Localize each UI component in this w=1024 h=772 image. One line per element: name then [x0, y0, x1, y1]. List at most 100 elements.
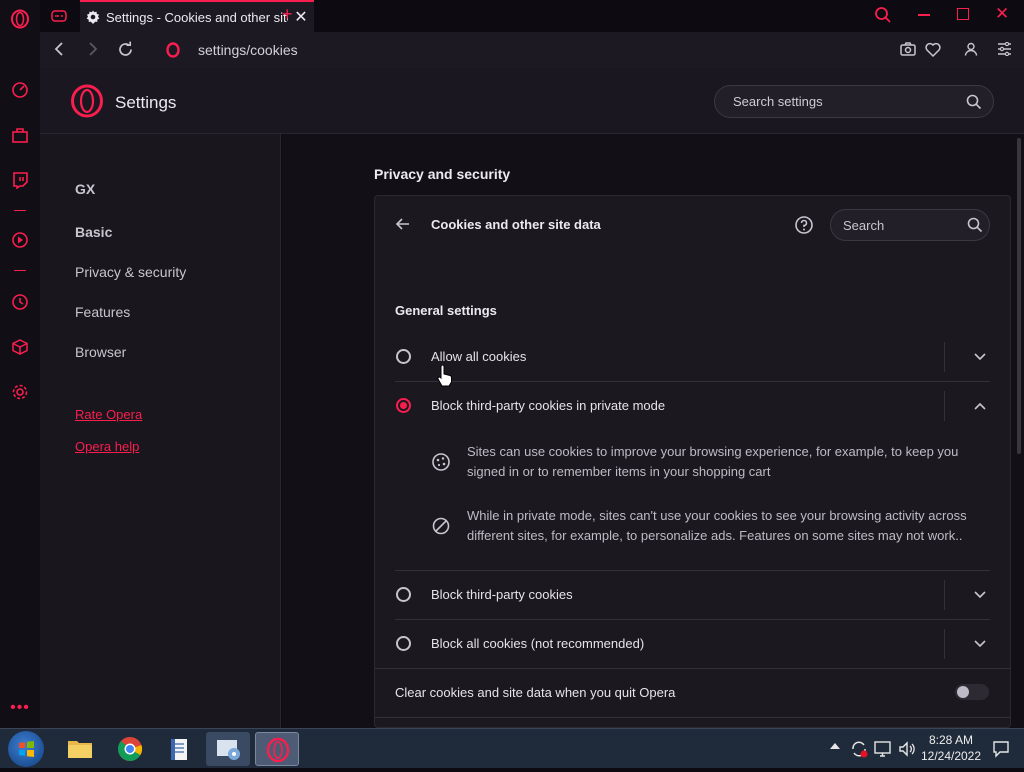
- radio-button[interactable]: [396, 587, 411, 602]
- media-player-icon[interactable]: [206, 732, 250, 766]
- gear-icon: [86, 10, 102, 24]
- gx-corner-icon[interactable]: [10, 125, 30, 145]
- chevron-down-icon[interactable]: [972, 587, 988, 603]
- sidebar-item-features[interactable]: Features: [75, 304, 130, 320]
- general-settings-heading: General settings: [395, 303, 497, 318]
- history-icon[interactable]: [10, 292, 30, 312]
- opera-settings-logo-icon: [70, 84, 104, 123]
- restore-icon[interactable]: [957, 8, 969, 20]
- new-tab-icon[interactable]: +: [282, 4, 293, 25]
- cookie-option-allow-all[interactable]: Allow all cookies: [375, 332, 1010, 381]
- settings-header: Settings Search settings: [40, 68, 1024, 134]
- twitch-icon[interactable]: [10, 170, 30, 190]
- account-icon[interactable]: [964, 42, 978, 61]
- settings-gear-icon[interactable]: [10, 382, 30, 402]
- mouse-cursor-hand-icon: [437, 364, 453, 392]
- speed-dial-icon[interactable]: [10, 80, 30, 100]
- tab-settings[interactable]: Settings - Cookies and other site data ✕: [80, 0, 314, 32]
- notepad-icon[interactable]: [157, 732, 201, 766]
- tab-bar: Settings - Cookies and other site data ✕…: [40, 0, 1024, 32]
- reload-icon[interactable]: [117, 41, 134, 63]
- radio-button-selected[interactable]: [396, 398, 411, 413]
- network-sync-icon[interactable]: [849, 739, 869, 764]
- tab-title: Settings - Cookies and other site data: [106, 9, 288, 25]
- clear-on-quit-label: Clear cookies and site data when you qui…: [395, 685, 676, 700]
- clock-time: 8:28 AM: [928, 733, 974, 747]
- bookmark-heart-icon[interactable]: [925, 42, 941, 62]
- clear-on-quit-toggle[interactable]: [955, 684, 989, 700]
- radio-button[interactable]: [396, 636, 411, 651]
- clear-on-quit-row[interactable]: Clear cookies and site data when you qui…: [375, 668, 1010, 717]
- file-explorer-icon[interactable]: [58, 732, 102, 766]
- chevron-down-icon[interactable]: [972, 349, 988, 365]
- player-icon[interactable]: [10, 230, 30, 250]
- volume-icon[interactable]: [897, 739, 917, 764]
- clock-date: 12/24/2022: [920, 749, 982, 763]
- cookie-icon: [431, 452, 451, 472]
- radio-button[interactable]: [396, 349, 411, 364]
- chrome-icon[interactable]: [108, 732, 152, 766]
- opera-gx-taskbar-icon[interactable]: [255, 732, 299, 766]
- chevron-up-icon[interactable]: [972, 398, 988, 414]
- panel-title: Cookies and other site data: [431, 217, 601, 232]
- search-tabs-icon[interactable]: [874, 6, 892, 29]
- minimize-icon[interactable]: [918, 14, 930, 16]
- search-icon[interactable]: [966, 94, 982, 115]
- search-icon[interactable]: [967, 217, 983, 238]
- display-icon[interactable]: [873, 739, 893, 764]
- opera-sidebar: •••: [0, 0, 40, 728]
- cookies-search-input[interactable]: Search: [830, 209, 990, 241]
- divider: [944, 342, 945, 372]
- detail-text-cookies: Sites can use cookies to improve your br…: [467, 444, 959, 479]
- sidebar-item-browser[interactable]: Browser: [75, 344, 126, 360]
- start-button[interactable]: [8, 731, 44, 767]
- opera-logo-icon[interactable]: [10, 9, 30, 29]
- sidebar-item-basic[interactable]: Basic: [75, 224, 112, 240]
- divider: [944, 580, 945, 610]
- cookies-search-placeholder: Search: [843, 218, 885, 233]
- forward-icon[interactable]: [84, 41, 100, 62]
- cookie-option-block-all[interactable]: Block all cookies (not recommended): [375, 619, 1010, 668]
- windows-taskbar: 8:28 AM 12/24/2022: [0, 728, 1024, 768]
- chevron-down-icon[interactable]: [972, 636, 988, 652]
- option-label: Allow all cookies: [431, 349, 527, 364]
- page-title: Settings: [115, 93, 177, 112]
- sidebar-divider: [14, 210, 26, 211]
- help-icon[interactable]: [794, 215, 814, 240]
- option-label: Block third-party cookies in private mod…: [431, 398, 666, 413]
- cookies-panel: Cookies and other site data Search Gener…: [374, 195, 1011, 728]
- action-center-icon[interactable]: [991, 739, 1011, 764]
- toggle-knob: [957, 686, 969, 698]
- page-scrollbar[interactable]: [1014, 134, 1024, 728]
- option-label: Block third-party cookies: [431, 587, 573, 602]
- rate-opera-link[interactable]: Rate Opera: [75, 407, 142, 422]
- more-icon[interactable]: •••: [10, 698, 30, 718]
- snapshot-camera-icon[interactable]: [900, 42, 916, 61]
- url-text[interactable]: settings/cookies: [198, 42, 298, 58]
- tray-expand-icon[interactable]: [830, 743, 840, 749]
- divider: [944, 629, 945, 659]
- tab-workspace-icon[interactable]: [50, 8, 68, 24]
- extensions-cube-icon[interactable]: [10, 337, 30, 357]
- scrollbar-thumb[interactable]: [1017, 138, 1021, 454]
- option-label: Block all cookies (not recommended): [431, 636, 645, 651]
- detail-text-private: While in private mode, sites can't use y…: [467, 508, 967, 543]
- search-settings-placeholder: Search settings: [733, 94, 823, 109]
- cookie-option-block-third-party[interactable]: Block third-party cookies: [375, 570, 1010, 619]
- divider: [944, 391, 945, 421]
- sidebar-item-privacy[interactable]: Privacy & security: [75, 264, 186, 280]
- block-icon: [431, 516, 451, 536]
- clock[interactable]: 8:28 AM 12/24/2022: [918, 732, 984, 764]
- sidebar-item-gx[interactable]: GX: [75, 181, 95, 197]
- cookie-option-block-third-party-private[interactable]: Block third-party cookies in private mod…: [375, 381, 1010, 430]
- back-icon[interactable]: [52, 41, 68, 62]
- address-bar: settings/cookies: [40, 32, 1024, 68]
- close-window-icon[interactable]: ✕: [995, 4, 1009, 24]
- opera-help-link[interactable]: Opera help: [75, 439, 139, 454]
- opera-badge-icon: [166, 42, 180, 63]
- easy-setup-icon[interactable]: [997, 41, 1012, 61]
- search-settings-input[interactable]: Search settings: [714, 85, 994, 118]
- sidebar-divider: [14, 270, 26, 271]
- back-arrow-icon[interactable]: [395, 216, 411, 237]
- row-separator: [375, 717, 1010, 718]
